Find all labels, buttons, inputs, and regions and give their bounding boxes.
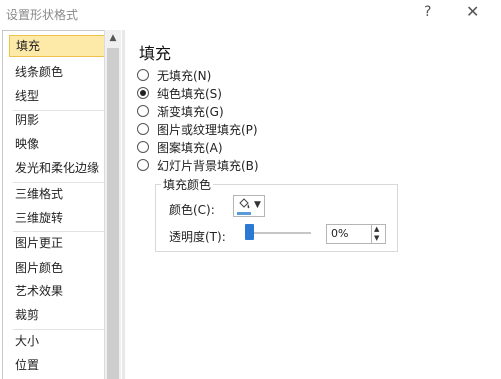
sidebar-item-line-color[interactable]: 线条颜色 (9, 61, 105, 83)
radio-slide-background-fill[interactable]: 幻灯片背景填充(B) (137, 156, 259, 174)
transparency-slider-track[interactable] (249, 232, 311, 234)
scroll-thumb[interactable] (107, 48, 119, 379)
transparency-spinner[interactable]: ▲ ▼ (372, 224, 386, 244)
sidebar-item-glow-soft-edges[interactable]: 发光和柔化边缘 (9, 157, 105, 179)
color-swatch (237, 212, 251, 215)
sidebar-item-artistic-effects[interactable]: 艺术效果 (9, 280, 105, 302)
transparency-slider-thumb[interactable] (245, 224, 254, 240)
color-picker-button[interactable]: ▼ (233, 195, 265, 217)
dropdown-arrow-icon: ▼ (254, 200, 261, 210)
window-title: 设置形状格式 (6, 8, 79, 22)
radio-label: 渐变填充(G) (157, 104, 224, 119)
radio-button[interactable] (137, 141, 149, 153)
sidebar-item-crop[interactable]: 裁剪 (9, 304, 105, 326)
radio-no-fill[interactable]: 无填充(N) (137, 66, 211, 84)
radio-button[interactable] (137, 69, 149, 81)
paint-bucket-icon (239, 198, 250, 209)
radio-button[interactable] (137, 123, 149, 135)
fill-panel: 填充 无填充(N) 纯色填充(S) 渐变填充(G) 图片或纹理填充(P) 图案填… (125, 30, 501, 379)
close-button[interactable]: ✕ (466, 2, 479, 21)
spin-up-icon[interactable]: ▲ (374, 225, 379, 233)
sidebar-item-3d-format[interactable]: 三维格式 (9, 183, 105, 205)
sidebar-item-picture-color[interactable]: 图片颜色 (9, 257, 105, 279)
title-bar: 设置形状格式 ? ✕ (0, 0, 501, 28)
transparency-input[interactable]: 0% (326, 224, 372, 244)
radio-label: 图片或纹理填充(P) (157, 122, 258, 137)
transparency-label: 透明度(T): (169, 230, 226, 244)
sidebar-item-fill[interactable]: 填充 (9, 35, 105, 57)
color-label: 颜色(C): (169, 203, 215, 217)
fill-color-group-title: 填充颜色 (161, 176, 214, 193)
radio-label: 图案填充(A) (157, 140, 223, 155)
category-sidebar: 填充 线条颜色 线型 阴影 映像 发光和柔化边缘 三维格式 三维旋转 图片更正 … (2, 30, 106, 379)
sidebar-item-position[interactable]: 位置 (9, 354, 105, 376)
radio-label: 纯色填充(S) (157, 86, 222, 101)
scroll-up-icon[interactable]: ▲ (105, 30, 121, 46)
radio-button[interactable] (137, 87, 149, 99)
sidebar-item-line-style[interactable]: 线型 (9, 85, 105, 107)
spin-down-icon[interactable]: ▼ (374, 234, 379, 242)
radio-pattern-fill[interactable]: 图案填充(A) (137, 138, 223, 156)
sidebar-item-picture-corrections[interactable]: 图片更正 (9, 232, 105, 254)
radio-button[interactable] (137, 159, 149, 171)
sidebar-item-3d-rotation[interactable]: 三维旋转 (9, 207, 105, 229)
panel-title: 填充 (139, 44, 172, 63)
radio-button[interactable] (137, 105, 149, 117)
help-button[interactable]: ? (424, 4, 431, 20)
radio-solid-fill[interactable]: 纯色填充(S) (137, 84, 222, 102)
radio-picture-texture-fill[interactable]: 图片或纹理填充(P) (137, 120, 258, 138)
radio-label: 幻灯片背景填充(B) (157, 158, 259, 173)
radio-gradient-fill[interactable]: 渐变填充(G) (137, 102, 224, 120)
sidebar-item-shadow[interactable]: 阴影 (9, 109, 105, 131)
sidebar-scrollbar[interactable]: ▲ (104, 30, 121, 379)
sidebar-item-reflection[interactable]: 映像 (9, 133, 105, 155)
radio-label: 无填充(N) (157, 68, 212, 83)
sidebar-item-size[interactable]: 大小 (9, 330, 105, 352)
